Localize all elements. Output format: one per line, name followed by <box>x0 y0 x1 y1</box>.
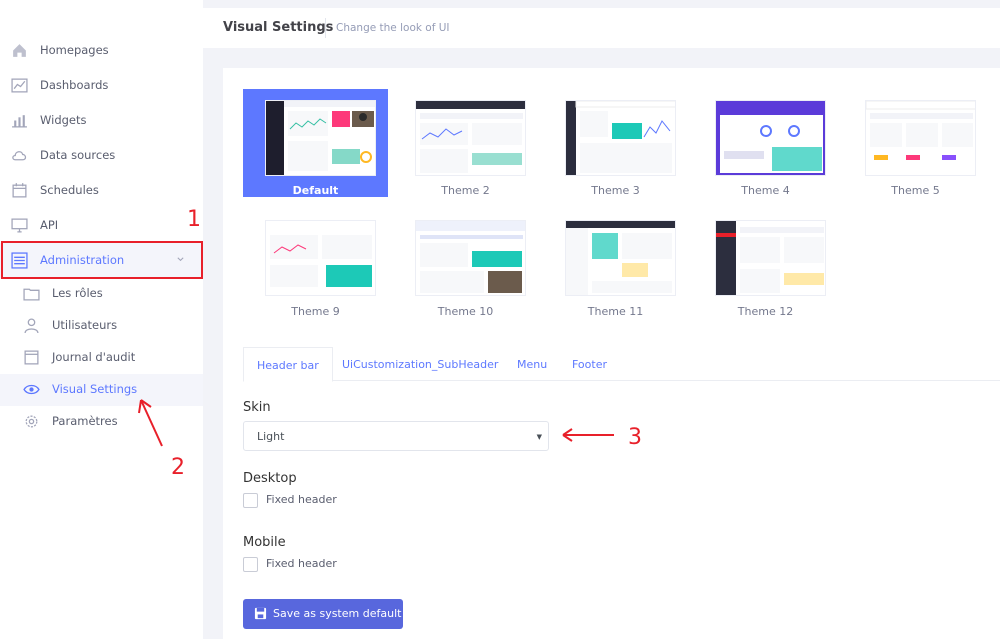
theme-name: Default <box>292 184 339 197</box>
tab-label: Menu <box>517 358 548 371</box>
theme-name: Theme 5 <box>891 184 940 197</box>
mobile-label: Mobile <box>243 535 286 550</box>
theme-10[interactable]: Theme 10 <box>393 209 538 318</box>
desktop-fixed-header-checkbox[interactable] <box>243 493 258 508</box>
chart-icon <box>11 78 28 93</box>
theme-2[interactable]: Theme 2 <box>393 89 538 197</box>
theme-12[interactable]: Theme 12 <box>693 209 838 318</box>
tab-header-bar[interactable]: Header bar <box>243 347 333 382</box>
sidebar-item-label: API <box>40 218 59 232</box>
skin-select-value: Light <box>257 430 285 443</box>
sidebar: Homepages Dashboards Widgets Data source… <box>0 0 203 639</box>
sidebar-item-label: Dashboards <box>40 78 109 92</box>
sidebar-subitem-settings[interactable]: Paramètres <box>0 406 203 438</box>
theme-default[interactable]: Default <box>243 89 388 197</box>
skin-label: Skin <box>243 400 271 415</box>
sidebar-item-homepages[interactable]: Homepages <box>0 33 203 68</box>
sidebar-item-schedules[interactable]: Schedules <box>0 173 203 208</box>
tab-label: Footer <box>572 358 607 371</box>
theme-preview-2 <box>415 100 526 176</box>
tab-menu[interactable]: Menu <box>517 347 547 381</box>
sidebar-subitem-label: Les rôles <box>52 286 103 300</box>
gear-icon <box>25 415 38 428</box>
annotation-number-3: 3 <box>628 425 642 450</box>
sidebar-item-data-sources[interactable]: Data sources <box>0 138 203 173</box>
theme-4[interactable]: Theme 4 <box>693 89 838 197</box>
book-icon <box>24 350 39 365</box>
page-title: Visual Settings <box>223 20 334 35</box>
bar-chart-icon <box>12 115 27 128</box>
tab-label: Header bar <box>257 359 319 372</box>
sidebar-subitem-audit-log[interactable]: Journal d'audit <box>0 342 203 374</box>
theme-3[interactable]: Theme 3 <box>543 89 688 197</box>
tab-footer[interactable]: Footer <box>572 347 607 381</box>
annotation-number-1: 1 <box>187 207 201 232</box>
sidebar-item-label: Homepages <box>40 43 109 57</box>
sidebar-subitem-users[interactable]: Utilisateurs <box>0 310 203 342</box>
theme-name: Theme 12 <box>737 305 794 318</box>
mobile-fixed-header-checkbox[interactable] <box>243 557 258 572</box>
settings-tabs: Header bar UiCustomization_SubHeader Men… <box>243 347 1000 382</box>
theme-name: Theme 2 <box>441 184 490 197</box>
theme-name: Theme 11 <box>587 305 644 318</box>
skin-select[interactable]: Light ▼ <box>243 421 549 451</box>
sidebar-subitem-label: Paramètres <box>52 414 118 428</box>
annotation-number-2: 2 <box>171 455 185 480</box>
user-icon <box>24 318 39 334</box>
sidebar-subitem-label: Journal d'audit <box>52 350 136 364</box>
theme-5[interactable]: Theme 5 <box>843 89 988 197</box>
annotation-highlight-box <box>1 241 203 279</box>
sidebar-item-label: Schedules <box>40 183 99 197</box>
subheader: Visual Settings Change the look of UI <box>203 8 1000 48</box>
theme-name: Theme 4 <box>741 184 790 197</box>
theme-preview-11 <box>565 220 676 296</box>
theme-preview-5 <box>865 100 976 176</box>
house-icon <box>13 44 26 57</box>
theme-preview-3 <box>565 100 676 176</box>
theme-name: Theme 9 <box>291 305 340 318</box>
save-icon <box>254 607 267 620</box>
theme-preview-4 <box>715 100 826 176</box>
subheader-divider <box>325 18 326 38</box>
sidebar-item-label: Widgets <box>40 113 87 127</box>
save-system-default-button[interactable]: Save as system default <box>243 599 403 629</box>
sidebar-subitem-roles[interactable]: Les rôles <box>0 278 203 310</box>
eye-icon <box>23 384 40 395</box>
tab-label: UiCustomization_SubHeader <box>342 358 499 371</box>
caret-down-icon: ▼ <box>536 433 542 441</box>
save-button-label: Save as system default <box>273 607 402 620</box>
theme-11[interactable]: Theme 11 <box>543 209 688 318</box>
mobile-fixed-header-label: Fixed header <box>266 557 337 570</box>
theme-preview-default <box>265 100 376 176</box>
sidebar-item-api[interactable]: API <box>0 208 203 243</box>
theme-9[interactable]: Theme 9 <box>243 209 388 318</box>
folder-icon <box>23 288 40 301</box>
sidebar-item-dashboards[interactable]: Dashboards <box>0 68 203 103</box>
sidebar-subitem-label: Utilisateurs <box>52 318 118 332</box>
theme-name: Theme 10 <box>437 305 494 318</box>
sidebar-item-widgets[interactable]: Widgets <box>0 103 203 138</box>
calendar-icon <box>12 183 27 198</box>
theme-name: Theme 3 <box>591 184 640 197</box>
page-description: Change the look of UI <box>336 22 450 34</box>
monitor-icon <box>11 218 28 233</box>
desktop-fixed-header-label: Fixed header <box>266 493 337 506</box>
sidebar-item-label: Data sources <box>40 148 116 162</box>
cloud-icon <box>12 151 27 161</box>
desktop-label: Desktop <box>243 471 297 486</box>
sidebar-subitem-visual-settings[interactable]: Visual Settings <box>0 374 203 406</box>
sidebar-subitem-label: Visual Settings <box>52 382 138 396</box>
theme-preview-10 <box>415 220 526 296</box>
tab-subheader[interactable]: UiCustomization_SubHeader <box>342 347 498 381</box>
theme-preview-9 <box>265 220 376 296</box>
theme-preview-12 <box>715 220 826 296</box>
